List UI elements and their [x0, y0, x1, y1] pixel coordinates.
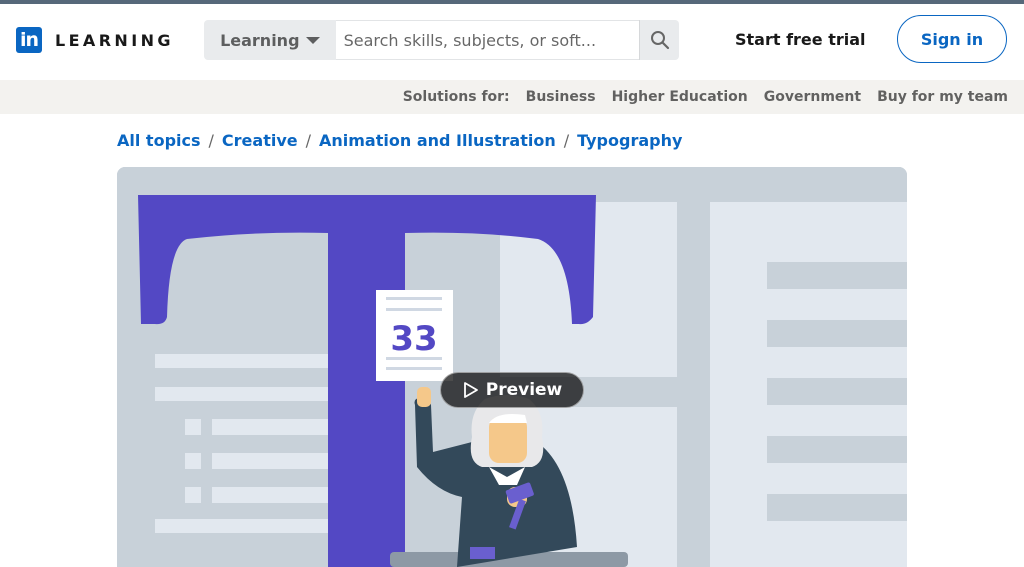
preview-label: Preview: [485, 380, 563, 400]
solutions-label: Solutions for:: [402, 89, 510, 105]
solutions-bar: Solutions for: Business Higher Education…: [0, 80, 1024, 114]
search-icon: [650, 31, 669, 50]
solutions-item-buy-for-my-team[interactable]: Buy for my team: [877, 89, 1008, 105]
solutions-item-higher-education[interactable]: Higher Education: [612, 89, 748, 105]
linkedin-learning-logo[interactable]: in LEARNING: [16, 27, 174, 53]
search-button[interactable]: [639, 20, 680, 60]
score-card-number: 33: [390, 319, 437, 359]
sign-in-button[interactable]: Sign in: [897, 15, 1007, 63]
linkedin-logo-icon: in: [16, 27, 42, 53]
solutions-item-government[interactable]: Government: [764, 89, 861, 105]
search-placeholder: Search skills, subjects, or soft...: [343, 30, 597, 50]
breadcrumb-separator: /: [305, 131, 311, 150]
breadcrumb-separator: /: [208, 131, 214, 150]
site-header: in LEARNING Learning Search skills, subj…: [0, 4, 1024, 80]
breadcrumb-creative[interactable]: Creative: [222, 131, 298, 150]
breadcrumb-separator: /: [563, 131, 570, 150]
start-free-trial-link[interactable]: Start free trial: [735, 30, 866, 49]
search-category-label: Learning: [220, 30, 300, 50]
breadcrumb-animation-illustration[interactable]: Animation and Illustration: [319, 131, 556, 150]
play-icon: [463, 382, 478, 398]
typography-illustration: 33: [117, 167, 907, 567]
preview-button[interactable]: Preview: [440, 372, 584, 408]
search-category-dropdown[interactable]: Learning: [204, 20, 336, 60]
search-input[interactable]: Search skills, subjects, or soft...: [335, 20, 640, 60]
breadcrumb-all-topics[interactable]: All topics: [117, 131, 201, 150]
breadcrumb: All topics / Creative / Animation and Il…: [117, 131, 682, 150]
course-hero-image[interactable]: 33: [117, 167, 907, 567]
caret-down-icon: [305, 36, 320, 44]
breadcrumb-typography[interactable]: Typography: [577, 131, 682, 150]
logo-text: LEARNING: [55, 30, 174, 50]
solutions-item-business[interactable]: Business: [526, 89, 596, 105]
search-bar: Learning Search skills, subjects, or sof…: [204, 20, 680, 60]
